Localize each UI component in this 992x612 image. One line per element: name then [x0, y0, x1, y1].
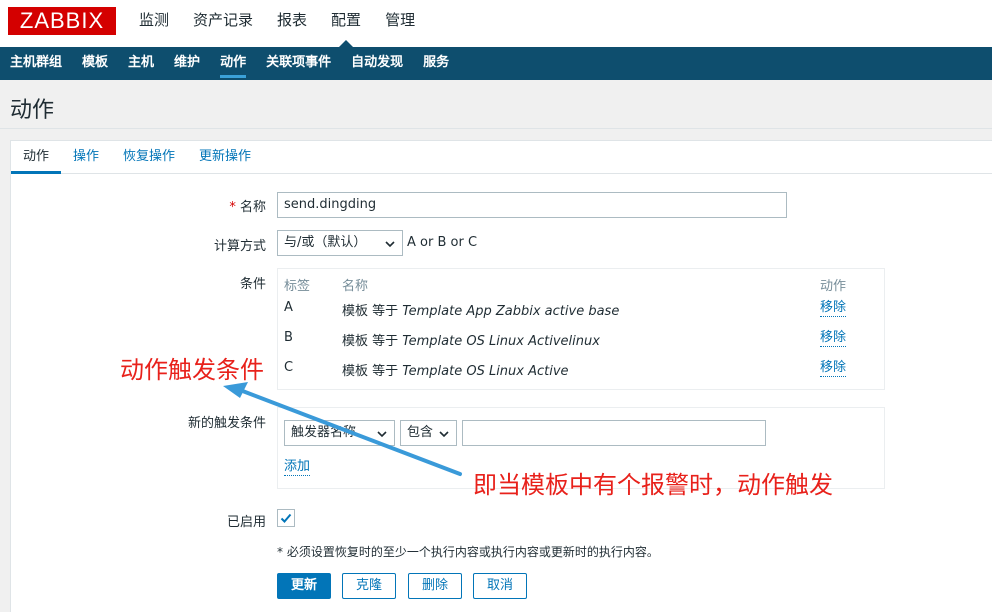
conditions-label: 条件: [239, 277, 266, 292]
name-label: * 名称: [229, 200, 266, 215]
condition-label: C: [284, 360, 294, 375]
calculation-label: 计算方式: [213, 239, 266, 254]
new-condition-type-select[interactable]: 触发器名称: [284, 420, 395, 446]
conditions-header-name: 名称: [342, 279, 369, 294]
submenu-templates[interactable]: 模板: [72, 47, 118, 80]
add-condition-link[interactable]: 添加: [284, 459, 311, 476]
condition-remove-link[interactable]: 移除: [820, 330, 847, 347]
main-menu: 监测 资产记录 报表 配置 管理: [127, 0, 427, 47]
checkmark-icon: [280, 513, 292, 523]
sub-menu: 主机群组 模板 主机 维护 动作 关联项事件 自动发现 服务: [0, 47, 992, 80]
enabled-label: 已启用: [226, 515, 266, 530]
calculation-formula: A or B or C: [407, 235, 478, 250]
condition-label: A: [284, 300, 293, 315]
calculation-select[interactable]: 与/或（默认）: [277, 230, 403, 256]
tab-recovery-operations[interactable]: 恢复操作: [111, 141, 187, 173]
submenu-host-groups[interactable]: 主机群组: [0, 47, 72, 80]
tab-operations[interactable]: 操作: [61, 141, 111, 173]
chevron-down-icon: [384, 235, 396, 259]
annotation-trigger-conditions: 动作触发条件: [120, 356, 264, 384]
condition-label: B: [284, 330, 293, 345]
submenu-discovery[interactable]: 自动发现: [341, 47, 413, 80]
form-tabs: 动作 操作 恢复操作 更新操作: [11, 141, 992, 174]
annotation-template-alert: 即当模板中有个报警时，动作触发: [473, 471, 833, 499]
clone-button[interactable]: 克隆: [342, 573, 396, 599]
condition-remove-link[interactable]: 移除: [820, 360, 847, 377]
submenu-maintenance[interactable]: 维护: [164, 47, 210, 80]
enabled-checkbox[interactable]: [277, 509, 295, 527]
title-divider: [0, 128, 992, 129]
new-condition-value-input[interactable]: [462, 420, 766, 446]
chevron-down-icon: [438, 425, 450, 449]
name-input[interactable]: send.dingding: [277, 192, 787, 218]
required-mark: *: [229, 200, 236, 215]
tab-action[interactable]: 动作: [11, 141, 62, 174]
submenu-services[interactable]: 服务: [413, 47, 459, 80]
new-condition-label: 新的触发条件: [187, 416, 266, 431]
condition-name: 模板 等于 Template App Zabbix active base: [342, 304, 620, 319]
top-navigation: ZABBIX 监测 资产记录 报表 配置 管理: [0, 0, 992, 47]
condition-remove-link[interactable]: 移除: [820, 300, 847, 317]
submenu-actions[interactable]: 动作: [210, 47, 256, 80]
required-note: * 必须设置恢复时的至少一个执行内容或执行内容或更新时的执行内容。: [277, 545, 659, 559]
update-button[interactable]: 更新: [277, 573, 331, 599]
menu-administration[interactable]: 管理: [373, 0, 427, 47]
chevron-down-icon: [376, 425, 388, 449]
condition-name: 模板 等于 Template OS Linux Active: [342, 364, 569, 379]
menu-inventory[interactable]: 资产记录: [181, 0, 265, 47]
tab-update-operations[interactable]: 更新操作: [187, 141, 263, 173]
new-condition-operator-select[interactable]: 包含: [400, 420, 457, 446]
page-title: 动作: [10, 98, 55, 123]
zabbix-logo[interactable]: ZABBIX: [8, 7, 116, 35]
menu-monitoring[interactable]: 监测: [127, 0, 181, 47]
menu-reports[interactable]: 报表: [265, 0, 319, 47]
conditions-header-label: 标签: [284, 279, 311, 294]
conditions-header-action: 动作: [820, 279, 847, 294]
cancel-button[interactable]: 取消: [473, 573, 527, 599]
condition-name: 模板 等于 Template OS Linux Activelinux: [342, 334, 600, 349]
delete-button[interactable]: 删除: [408, 573, 462, 599]
submenu-hosts[interactable]: 主机: [118, 47, 164, 80]
submenu-event-correlation[interactable]: 关联项事件: [256, 47, 341, 80]
menu-configuration[interactable]: 配置: [319, 0, 373, 47]
